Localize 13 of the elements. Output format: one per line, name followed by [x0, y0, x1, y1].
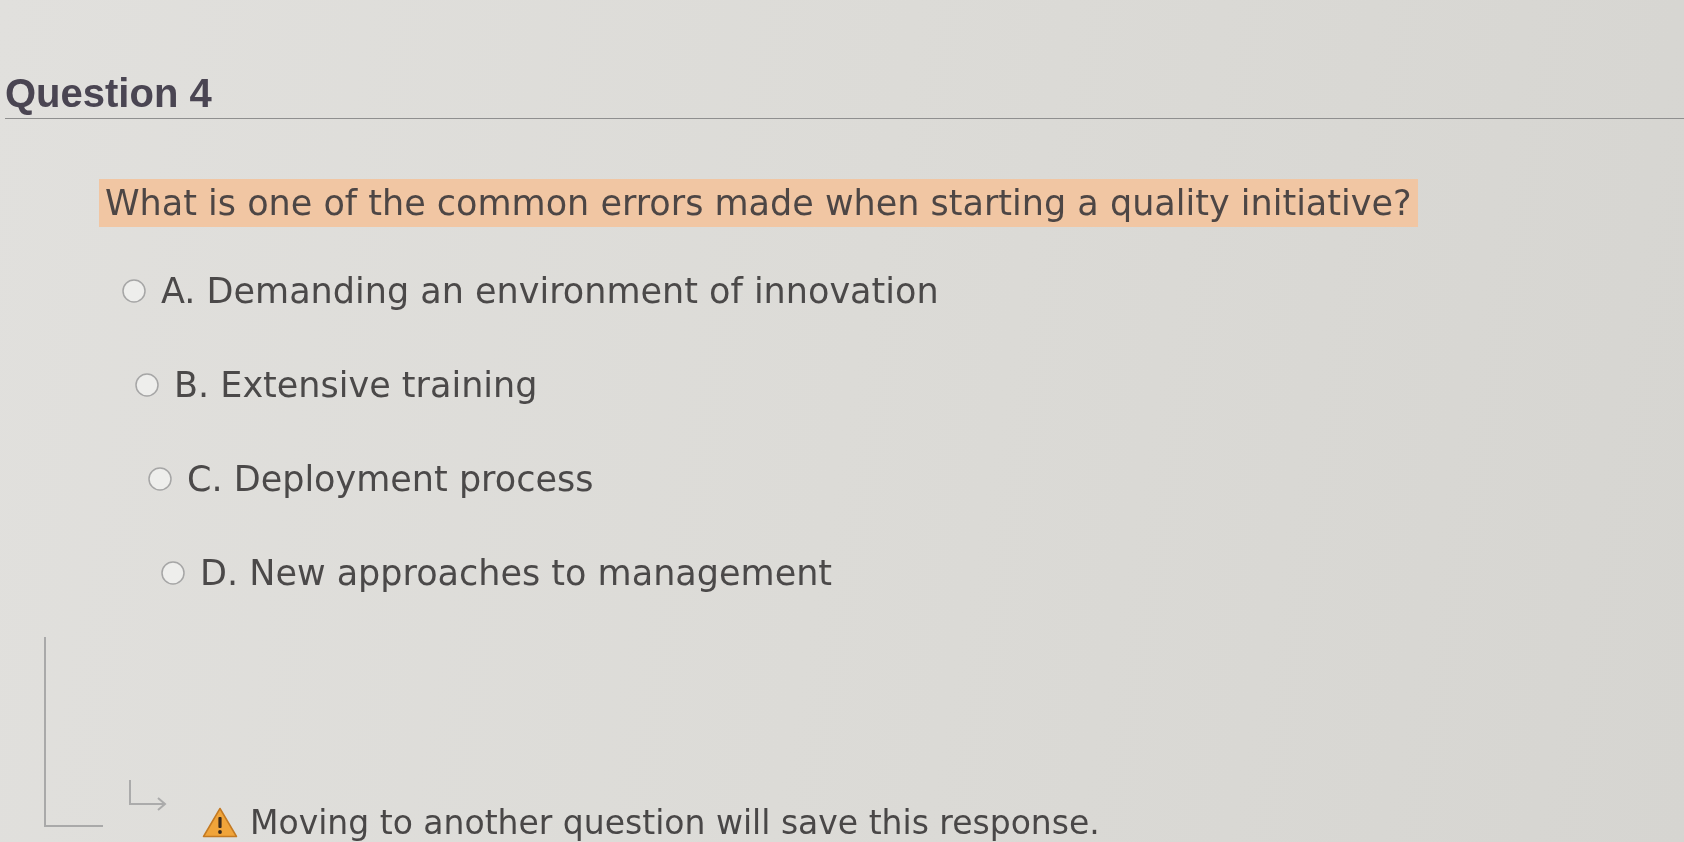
radio-button[interactable]	[122, 279, 146, 303]
option-label[interactable]: C. Deployment process	[187, 457, 594, 501]
corner-arrow-icon	[127, 779, 168, 811]
question-text: What is one of the common errors made when starting a quality initiative?	[99, 179, 1418, 227]
warning-icon	[202, 807, 238, 838]
question-title: Question 4	[5, 70, 212, 116]
radio-button[interactable]	[148, 467, 172, 491]
radio-button[interactable]	[135, 373, 159, 397]
radio-button[interactable]	[161, 561, 185, 585]
option-label[interactable]: B. Extensive training	[174, 363, 538, 407]
option-label[interactable]: A. Demanding an environment of innovation	[161, 269, 939, 313]
notice-text: Moving to another question will save this response.	[250, 804, 1100, 842]
option-label[interactable]: D. New approaches to management	[200, 551, 833, 595]
